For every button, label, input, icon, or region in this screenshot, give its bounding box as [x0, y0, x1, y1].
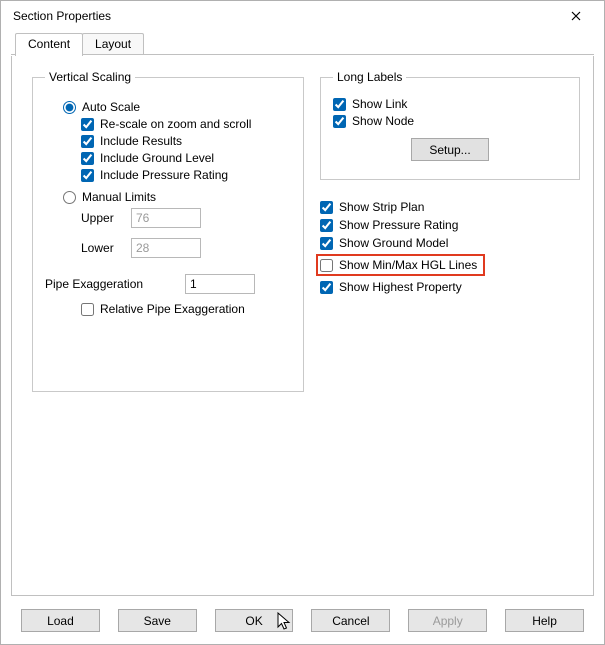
save-button[interactable]: Save	[118, 609, 197, 632]
vertical-scaling-legend: Vertical Scaling	[45, 70, 135, 84]
include-pressure-label: Include Pressure Rating	[100, 168, 228, 182]
hgl-lines-highlight: Show Min/Max HGL Lines	[316, 254, 485, 276]
show-pressure-rating-checkbox[interactable]: Show Pressure Rating	[320, 218, 458, 232]
relative-exag-checkbox[interactable]: Relative Pipe Exaggeration	[81, 302, 245, 316]
show-node-label: Show Node	[352, 114, 414, 128]
show-strip-plan-checkbox[interactable]: Show Strip Plan	[320, 200, 424, 214]
left-column: Vertical Scaling Auto Scale Re-scale on …	[32, 70, 304, 392]
apply-button[interactable]: Apply	[408, 609, 487, 632]
lower-label: Lower	[81, 241, 131, 255]
rescale-label: Re-scale on zoom and scroll	[100, 117, 251, 131]
upper-input[interactable]	[131, 208, 201, 228]
setup-button[interactable]: Setup...	[411, 138, 489, 161]
long-labels-legend: Long Labels	[333, 70, 406, 84]
right-column: Long Labels Show Link Show Node Setup...	[320, 70, 580, 298]
show-link-label: Show Link	[352, 97, 407, 111]
include-results-label: Include Results	[100, 134, 182, 148]
close-button[interactable]	[556, 2, 596, 30]
upper-label: Upper	[81, 211, 131, 225]
include-ground-label: Include Ground Level	[100, 151, 214, 165]
close-icon	[571, 11, 581, 21]
show-strip-plan-label: Show Strip Plan	[339, 200, 424, 214]
show-options-list: Show Strip Plan Show Pressure Rating Sho…	[320, 200, 580, 294]
show-pressure-rating-label: Show Pressure Rating	[339, 218, 458, 232]
pipe-exag-label: Pipe Exaggeration	[45, 277, 185, 291]
rescale-checkbox[interactable]: Re-scale on zoom and scroll	[81, 117, 251, 131]
show-highest-prop-checkbox[interactable]: Show Highest Property	[320, 280, 462, 294]
ok-button[interactable]: OK	[215, 609, 294, 632]
cancel-button[interactable]: Cancel	[311, 609, 390, 632]
auto-scale-label: Auto Scale	[82, 100, 140, 114]
tabstrip: Content Layout	[1, 31, 604, 55]
include-ground-checkbox[interactable]: Include Ground Level	[81, 151, 214, 165]
vertical-scaling-group: Vertical Scaling Auto Scale Re-scale on …	[32, 70, 304, 392]
include-pressure-checkbox[interactable]: Include Pressure Rating	[81, 168, 228, 182]
relative-exag-label: Relative Pipe Exaggeration	[100, 302, 245, 316]
pipe-exag-input[interactable]	[185, 274, 255, 294]
tab-layout[interactable]: Layout	[82, 33, 144, 55]
load-button[interactable]: Load	[21, 609, 100, 632]
tab-panel-content: Vertical Scaling Auto Scale Re-scale on …	[11, 56, 594, 596]
include-results-checkbox[interactable]: Include Results	[81, 134, 182, 148]
manual-limits-label: Manual Limits	[82, 190, 156, 204]
tab-content[interactable]: Content	[15, 33, 83, 56]
lower-input[interactable]	[131, 238, 201, 258]
show-node-checkbox[interactable]: Show Node	[333, 114, 414, 128]
show-link-checkbox[interactable]: Show Link	[333, 97, 407, 111]
titlebar: Section Properties	[1, 1, 604, 31]
show-highest-prop-label: Show Highest Property	[339, 280, 462, 294]
auto-scale-radio[interactable]: Auto Scale	[63, 100, 140, 114]
help-button[interactable]: Help	[505, 609, 584, 632]
show-ground-model-label: Show Ground Model	[339, 236, 448, 250]
long-labels-group: Long Labels Show Link Show Node Setup...	[320, 70, 580, 180]
show-hgl-lines-label: Show Min/Max HGL Lines	[339, 258, 477, 272]
dialog-window: Section Properties Content Layout Vertic…	[0, 0, 605, 645]
show-ground-model-checkbox[interactable]: Show Ground Model	[320, 236, 448, 250]
dialog-buttons: Load Save OK Cancel Apply Help	[11, 609, 594, 632]
manual-limits-radio[interactable]: Manual Limits	[63, 190, 156, 204]
window-title: Section Properties	[13, 9, 556, 23]
show-hgl-lines-checkbox[interactable]: Show Min/Max HGL Lines	[320, 258, 477, 272]
